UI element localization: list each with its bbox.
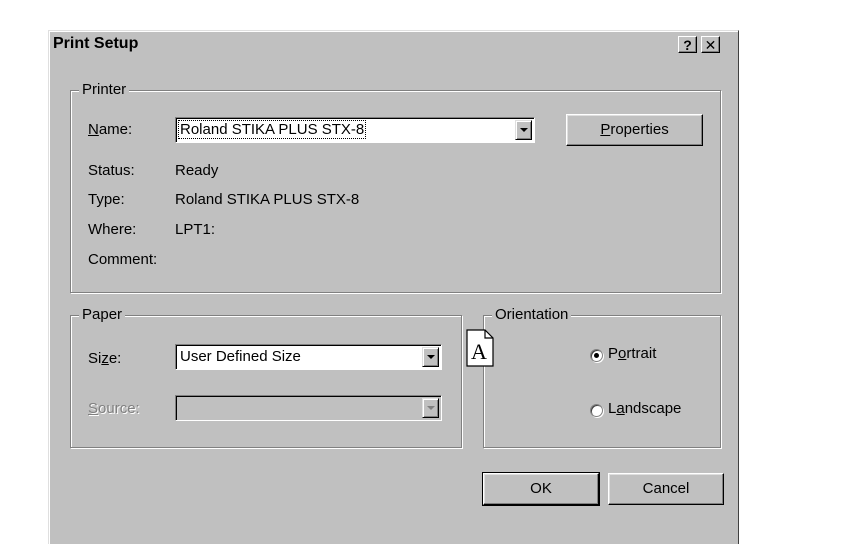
paper-group: Paper [70, 306, 462, 448]
chevron-down-icon [427, 355, 435, 359]
cancel-button[interactable]: Cancel [608, 473, 724, 505]
landscape-label[interactable]: Landscape [608, 400, 681, 417]
chevron-down-icon [427, 406, 435, 410]
paper-source-label: Source: [88, 400, 140, 417]
dialog-title: Print Setup [53, 35, 139, 52]
paper-size-dropdown-arrow[interactable] [422, 347, 439, 367]
landscape-radio[interactable] [590, 404, 603, 417]
paper-source-dropdown-arrow [422, 398, 439, 418]
comment-label: Comment: [88, 251, 158, 268]
type-label: Type: [88, 191, 125, 208]
status-value: Ready [175, 162, 219, 179]
close-button[interactable]: ✕ [701, 36, 720, 53]
paper-group-label: Paper [79, 306, 126, 323]
print-setup-dialog: Print Setup ? ✕ Printer Name: Roland STI… [48, 30, 739, 544]
ok-button[interactable]: OK [482, 472, 600, 506]
paper-size-dropdown[interactable]: User Defined Size [175, 344, 442, 370]
page-icon-letter: A [471, 339, 487, 364]
orientation-group-label: Orientation [492, 306, 572, 323]
portrait-label[interactable]: Portrait [608, 345, 656, 362]
printer-group-label: Printer [79, 81, 130, 98]
type-value: Roland STIKA PLUS STX-8 [175, 191, 360, 208]
paper-source-dropdown [175, 395, 442, 421]
paper-size-value: User Defined Size [180, 348, 301, 365]
printer-name-label: Name: [88, 121, 133, 138]
status-label: Status: [88, 162, 135, 179]
printer-name-dropdown-arrow[interactable] [515, 120, 532, 140]
title-bar: Print Setup ? ✕ [49, 31, 738, 57]
orientation-group: Orientation [483, 306, 721, 448]
portrait-radio[interactable] [590, 349, 603, 362]
chevron-down-icon [520, 128, 528, 132]
printer-name-value: Roland STIKA PLUS STX-8 [177, 120, 367, 139]
where-value: LPT1: [175, 221, 216, 238]
paper-size-label: Size: [88, 350, 122, 367]
help-button[interactable]: ? [678, 36, 697, 53]
portrait-page-icon: A [466, 329, 494, 367]
close-icon: ✕ [704, 37, 717, 53]
printer-name-dropdown[interactable]: Roland STIKA PLUS STX-8 [175, 117, 535, 143]
properties-button[interactable]: Properties [566, 114, 703, 146]
radio-selected-dot [594, 353, 599, 358]
where-label: Where: [88, 221, 137, 238]
